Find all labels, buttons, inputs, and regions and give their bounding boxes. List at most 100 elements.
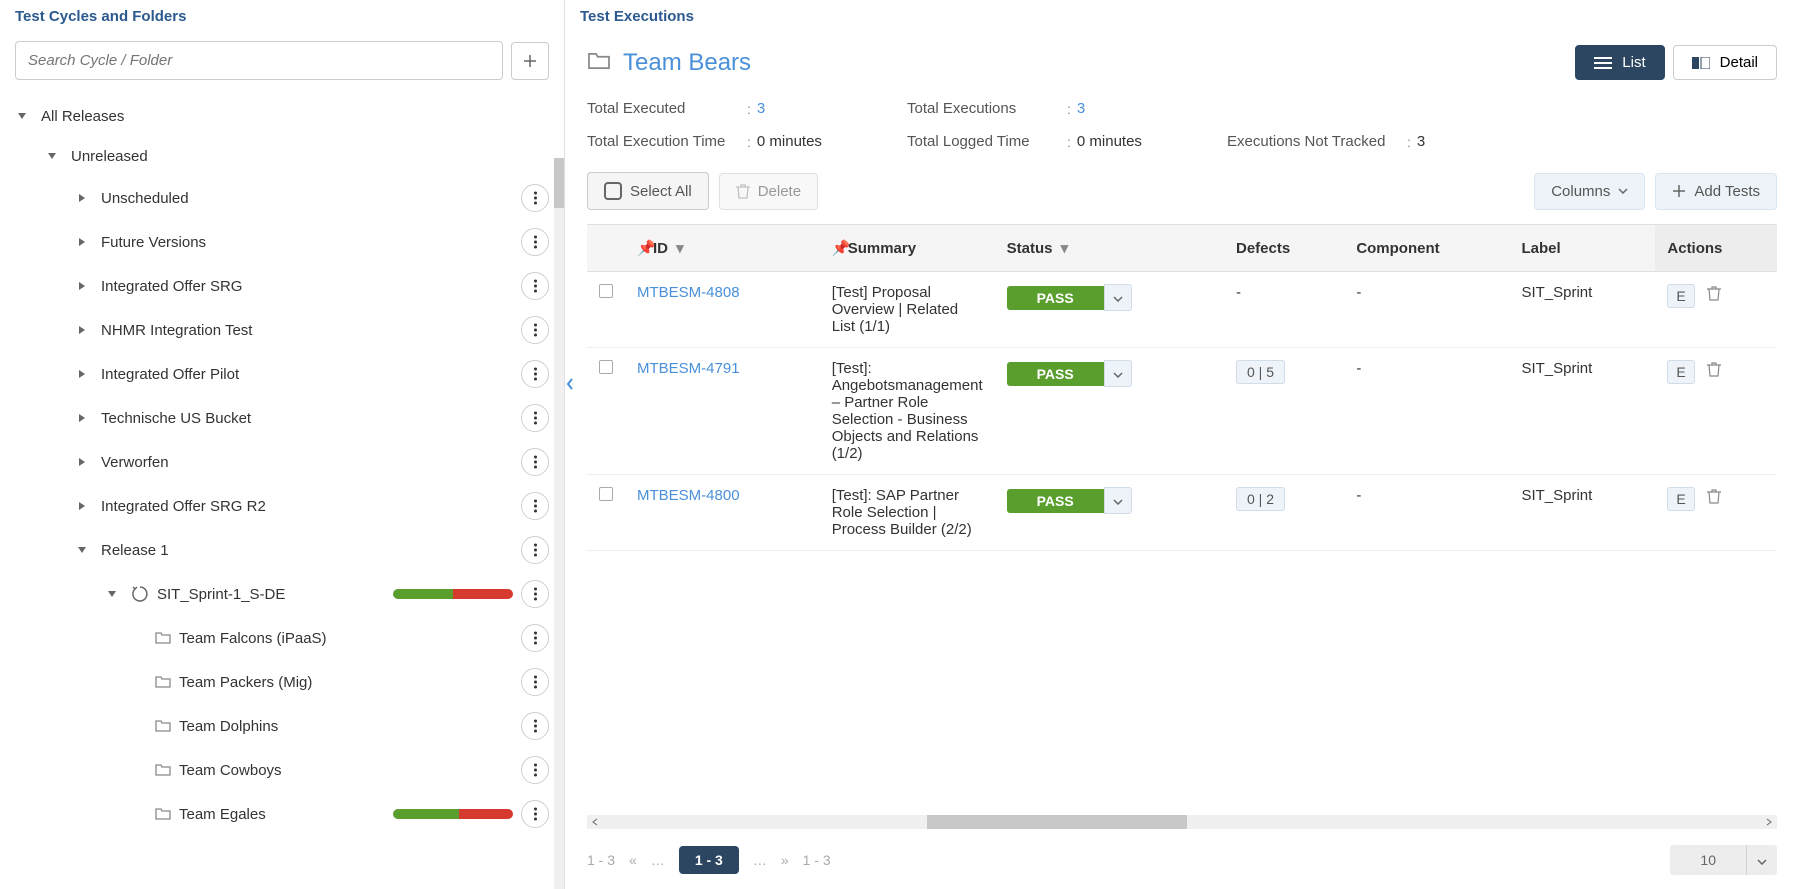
add-tests-button[interactable]: Add Tests xyxy=(1655,173,1777,210)
columns-button[interactable]: Columns xyxy=(1534,173,1645,210)
pager-prev-button[interactable]: … xyxy=(651,852,665,868)
row-checkbox[interactable] xyxy=(599,360,613,374)
tree-item-team-packers[interactable]: Team Packers (Mig) xyxy=(0,660,564,704)
col-status[interactable]: Status ▾ xyxy=(995,225,1224,272)
tree-item-team-egales[interactable]: Team Egales xyxy=(0,792,564,836)
tree-item-team-cowboys[interactable]: Team Cowboys xyxy=(0,748,564,792)
test-id-link[interactable]: MTBESM-4791 xyxy=(637,360,740,377)
kebab-menu-button[interactable] xyxy=(521,580,549,608)
view-list-button[interactable]: List xyxy=(1575,45,1664,80)
view-detail-button[interactable]: Detail xyxy=(1673,45,1777,80)
kebab-menu-button[interactable] xyxy=(521,228,549,256)
tree-item-sprint[interactable]: SIT_Sprint-1_S-DE xyxy=(0,572,564,616)
tree-label: Future Versions xyxy=(101,234,521,251)
tree-unreleased[interactable]: Unreleased xyxy=(0,136,564,176)
chevron-right-icon[interactable] xyxy=(75,499,89,513)
summary-cell: [Test] Proposal Overview | Related List … xyxy=(820,272,995,348)
tree-label: SIT_Sprint-1_S-DE xyxy=(157,586,393,603)
tree-label: NHMR Integration Test xyxy=(101,322,521,339)
row-checkbox[interactable] xyxy=(599,487,613,501)
delete-row-button[interactable] xyxy=(1707,288,1721,305)
chevron-right-icon[interactable] xyxy=(75,411,89,425)
kebab-menu-button[interactable] xyxy=(521,712,549,740)
execute-button[interactable]: E xyxy=(1667,487,1694,511)
chevron-right-icon[interactable] xyxy=(75,191,89,205)
delete-button[interactable]: Delete xyxy=(719,173,818,210)
status-dropdown[interactable] xyxy=(1104,360,1132,387)
search-input[interactable] xyxy=(15,41,503,80)
chevron-right-icon[interactable] xyxy=(75,367,89,381)
tree-item-integrated-offer-pilot[interactable]: Integrated Offer Pilot xyxy=(0,352,564,396)
tree-item-technische-us[interactable]: Technische US Bucket xyxy=(0,396,564,440)
col-summary[interactable]: 📌Summary xyxy=(820,225,995,272)
delete-row-button[interactable] xyxy=(1707,491,1721,508)
kebab-menu-button[interactable] xyxy=(521,536,549,564)
tree-label: Team Egales xyxy=(179,806,393,823)
folder-icon xyxy=(155,763,171,777)
test-id-link[interactable]: MTBESM-4808 xyxy=(637,284,740,301)
test-id-link[interactable]: MTBESM-4800 xyxy=(637,487,740,504)
col-component[interactable]: Component xyxy=(1344,225,1509,272)
kebab-menu-button[interactable] xyxy=(521,800,549,828)
execute-button[interactable]: E xyxy=(1667,360,1694,384)
chevron-right-icon[interactable] xyxy=(75,235,89,249)
kebab-menu-button[interactable] xyxy=(521,184,549,212)
plus-icon xyxy=(1672,184,1686,198)
status-dropdown[interactable] xyxy=(1104,487,1132,514)
kebab-menu-button[interactable] xyxy=(521,492,549,520)
executions-table: 📌ID ▾ 📌Summary Status ▾ Defects Componen… xyxy=(587,224,1777,551)
page-size-value: 10 xyxy=(1670,845,1746,875)
tree-item-integrated-offer-srg[interactable]: Integrated Offer SRG xyxy=(0,264,564,308)
kebab-menu-button[interactable] xyxy=(521,316,549,344)
progress-bar xyxy=(393,809,513,819)
chevron-down-icon[interactable] xyxy=(75,543,89,557)
pager-next-button[interactable]: … xyxy=(753,852,767,868)
chevron-down-icon[interactable] xyxy=(45,149,59,163)
tree-item-release-1[interactable]: Release 1 xyxy=(0,528,564,572)
kebab-menu-button[interactable] xyxy=(521,756,549,784)
delete-row-button[interactable] xyxy=(1707,364,1721,381)
chevron-down-icon[interactable] xyxy=(15,109,29,123)
add-folder-button[interactable] xyxy=(511,42,549,80)
tree-label: Team Falcons (iPaaS) xyxy=(179,630,521,647)
stat-total-execution-time: Total Execution Time : 0 minutes xyxy=(587,133,867,150)
kebab-menu-button[interactable] xyxy=(521,360,549,388)
pager-last-button[interactable]: » xyxy=(781,852,789,868)
sort-icon: ▾ xyxy=(1061,239,1071,249)
tree-item-future-versions[interactable]: Future Versions xyxy=(0,220,564,264)
chevron-right-icon[interactable] xyxy=(75,279,89,293)
row-checkbox[interactable] xyxy=(599,284,613,298)
defect-chip[interactable]: 0 | 5 xyxy=(1236,360,1285,384)
tree-root-all-releases[interactable]: All Releases xyxy=(0,96,564,136)
tree-item-unscheduled[interactable]: Unscheduled xyxy=(0,176,564,220)
tree-label: Integrated Offer SRG xyxy=(101,278,521,295)
tree-item-nhmr-integration[interactable]: NHMR Integration Test xyxy=(0,308,564,352)
tree-item-verworfen[interactable]: Verworfen xyxy=(0,440,564,484)
page-size-dropdown[interactable] xyxy=(1746,845,1777,875)
tree-item-team-falcons[interactable]: Team Falcons (iPaaS) xyxy=(0,616,564,660)
execute-button[interactable]: E xyxy=(1667,284,1694,308)
status-badge: PASS xyxy=(1007,284,1132,311)
select-all-button[interactable]: Select All xyxy=(587,172,709,210)
kebab-menu-button[interactable] xyxy=(521,668,549,696)
col-label[interactable]: Label xyxy=(1509,225,1655,272)
chevron-right-icon[interactable] xyxy=(75,323,89,337)
collapse-left-panel-button[interactable] xyxy=(565,370,576,398)
tree-item-integrated-offer-srg-r2[interactable]: Integrated Offer SRG R2 xyxy=(0,484,564,528)
col-defects[interactable]: Defects xyxy=(1224,225,1344,272)
tree-item-team-dolphins[interactable]: Team Dolphins xyxy=(0,704,564,748)
kebab-menu-button[interactable] xyxy=(521,624,549,652)
col-id[interactable]: 📌ID ▾ xyxy=(625,225,820,272)
status-dropdown[interactable] xyxy=(1104,284,1132,311)
chevron-down-icon[interactable] xyxy=(105,587,119,601)
folder-tree: All Releases Unreleased Unscheduled Futu… xyxy=(0,88,564,889)
defect-chip[interactable]: 0 | 2 xyxy=(1236,487,1285,511)
kebab-menu-button[interactable] xyxy=(521,404,549,432)
kebab-menu-button[interactable] xyxy=(521,272,549,300)
horizontal-scrollbar[interactable] xyxy=(587,815,1777,829)
pager-first-button[interactable]: « xyxy=(629,852,637,868)
chevron-right-icon[interactable] xyxy=(75,455,89,469)
breadcrumb-title[interactable]: Team Bears xyxy=(623,49,751,77)
kebab-menu-button[interactable] xyxy=(521,448,549,476)
pagination: 1 - 3 « … 1 - 3 … » 1 - 3 10 xyxy=(565,831,1799,889)
